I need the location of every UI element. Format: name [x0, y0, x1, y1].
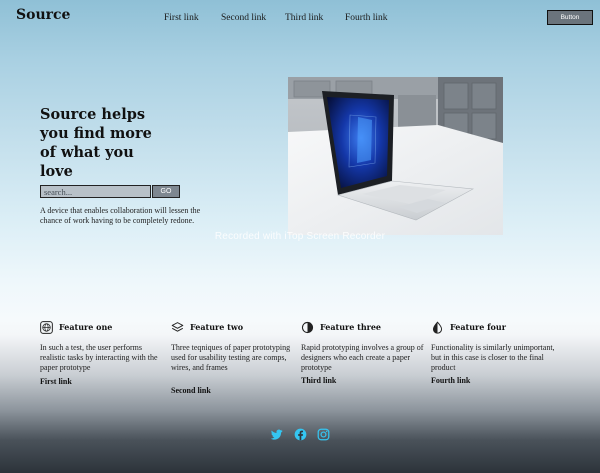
header-button[interactable]: Button: [547, 10, 593, 25]
hero-title: Source helps you find more of what you l…: [40, 106, 152, 180]
facebook-icon[interactable]: [294, 428, 307, 441]
feature-link[interactable]: Third link: [301, 376, 336, 385]
contrast-icon: [301, 321, 314, 334]
twitter-icon[interactable]: [270, 428, 283, 441]
nav-link-second[interactable]: Second link: [221, 13, 266, 23]
nav-link-third[interactable]: Third link: [285, 13, 323, 23]
layers-icon: [171, 322, 184, 332]
globe-icon: [40, 321, 53, 334]
feature-title: Feature three: [320, 322, 382, 332]
feature-link[interactable]: First link: [40, 377, 72, 386]
go-button[interactable]: GO: [152, 185, 180, 198]
feature-description: Three teqniques of paper prototyping use…: [171, 343, 291, 372]
nav-link-fourth[interactable]: Fourth link: [345, 13, 388, 23]
recorder-watermark: Recorded with iTop Screen Recorder: [214, 231, 386, 242]
feature-description: Functionality is similarly unimportant, …: [431, 343, 555, 372]
feature-description: Rapid prototyping involves a group of de…: [301, 343, 424, 372]
hero-description: A device that enables collaboration will…: [40, 206, 201, 225]
feature-link[interactable]: Fourth link: [431, 376, 470, 385]
feature-title: Feature two: [190, 322, 244, 332]
instagram-icon[interactable]: [317, 428, 330, 441]
search-input[interactable]: [40, 185, 151, 198]
nav-link-first[interactable]: First link: [164, 13, 199, 23]
feature-description: In such a test, the user performs realis…: [40, 343, 158, 372]
feature-title: Feature four: [450, 322, 506, 332]
droplet-half-icon: [432, 321, 443, 334]
feature-title: Feature one: [59, 322, 113, 332]
laptop-image: [288, 77, 503, 235]
main-nav: First link Second link Third link Fourth…: [0, 13, 600, 27]
feature-link[interactable]: Second link: [171, 386, 211, 395]
